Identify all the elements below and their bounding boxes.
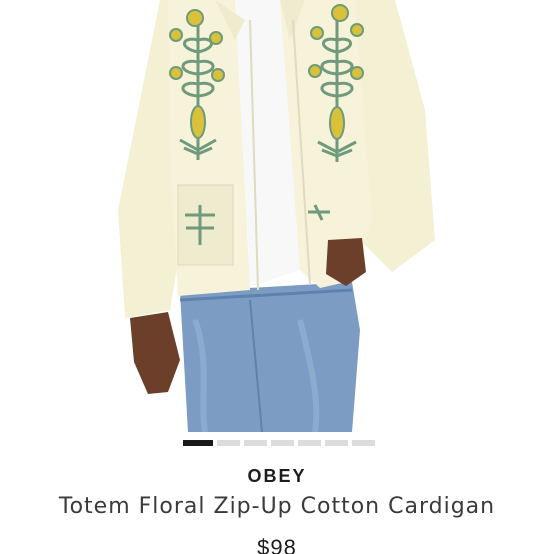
- carousel-dot-6[interactable]: [325, 440, 348, 446]
- image-carousel-indicator: [183, 440, 375, 446]
- carousel-dot-4[interactable]: [271, 440, 294, 446]
- cardigan-photo: [118, 0, 435, 432]
- carousel-dot-7[interactable]: [352, 440, 375, 446]
- carousel-dot-2[interactable]: [217, 440, 240, 446]
- carousel-dot-5[interactable]: [298, 440, 321, 446]
- product-card[interactable]: OBEY Totem Floral Zip-Up Cotton Cardigan…: [0, 0, 554, 554]
- carousel-dot-3[interactable]: [244, 440, 267, 446]
- product-price: $98: [257, 535, 297, 554]
- product-title[interactable]: Totem Floral Zip-Up Cotton Cardigan: [0, 494, 554, 519]
- brand-name[interactable]: OBEY: [0, 466, 554, 487]
- carousel-dot-1[interactable]: [183, 440, 213, 446]
- product-image[interactable]: [0, 0, 554, 432]
